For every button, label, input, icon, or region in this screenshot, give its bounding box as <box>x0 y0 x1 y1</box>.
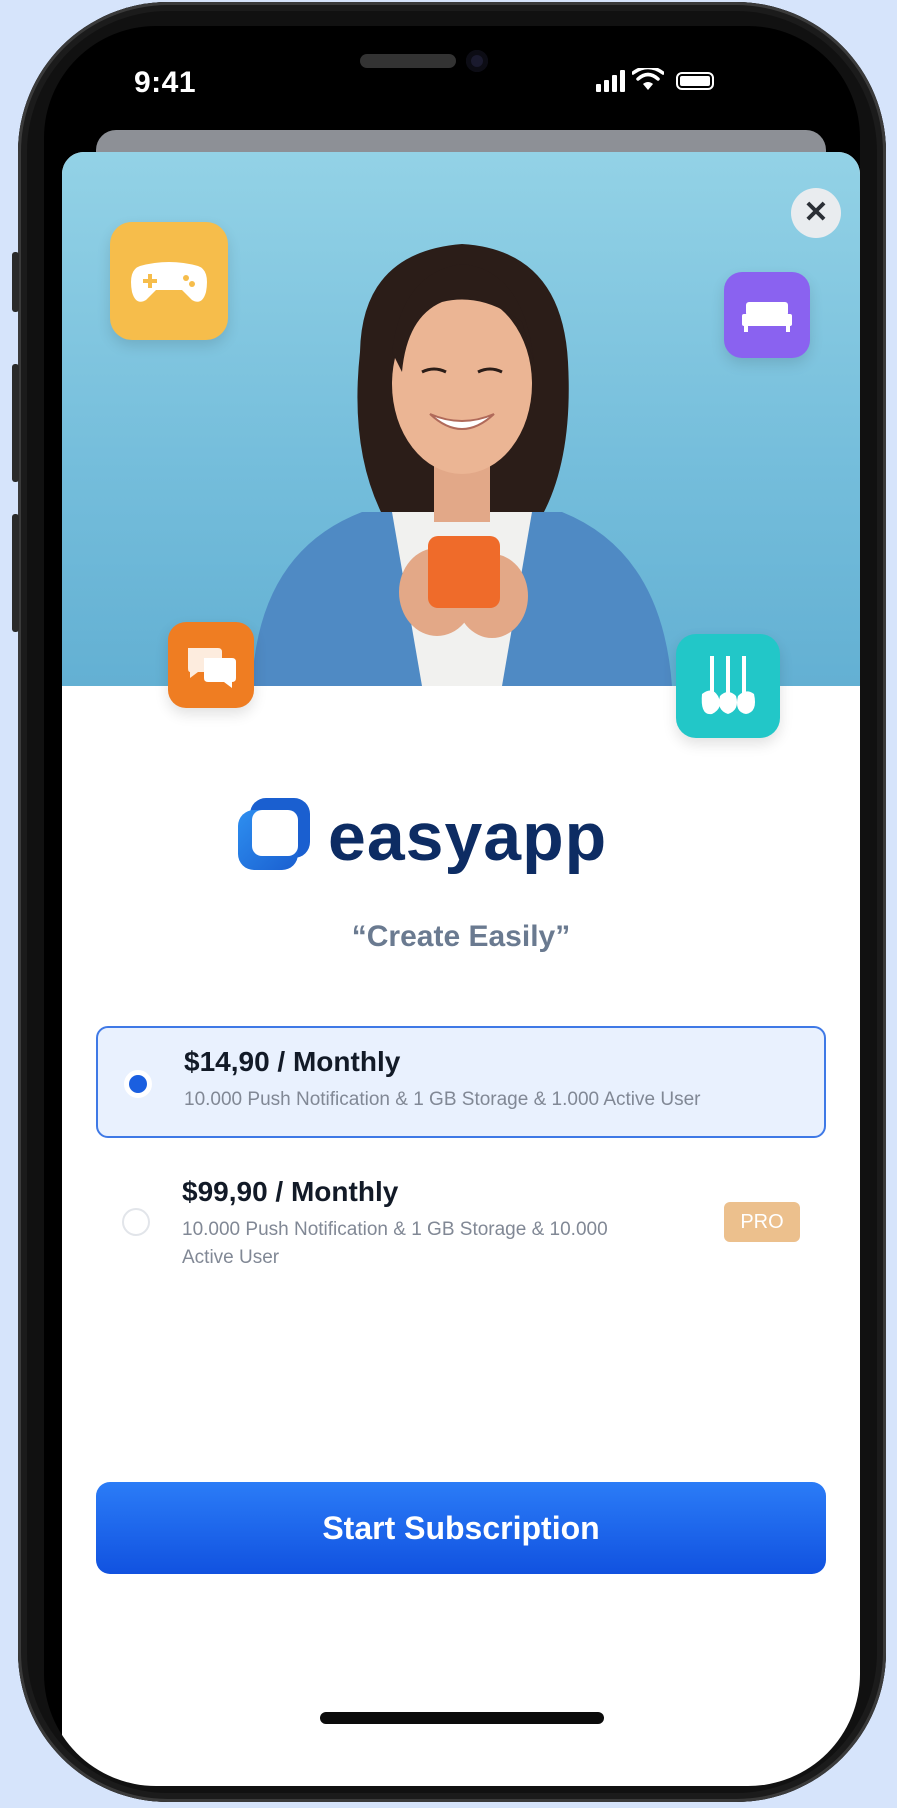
speaker-grille <box>360 54 456 68</box>
plan-description: 10.000 Push Notification & 1 GB Storage … <box>184 1089 701 1110</box>
radio-selected[interactable] <box>124 1070 152 1098</box>
music-app-icon <box>676 634 780 738</box>
start-subscription-button[interactable]: Start Subscription <box>96 1482 826 1574</box>
phone-screen: 9:41 ✕ easyapp “Create Easily” $14,90 / … <box>44 26 860 1786</box>
plan-description: 10.000 Push Notification & 1 GB Storage … <box>182 1219 608 1268</box>
status-time: 9:41 <box>134 66 197 99</box>
gamepad-icon <box>131 262 207 302</box>
music-instruments-icon <box>701 656 755 715</box>
plan-option-monthly[interactable]: $14,90 / Monthly 10.000 Push Notificatio… <box>96 1026 826 1138</box>
battery-icon <box>676 72 714 90</box>
signal-icon <box>596 70 625 92</box>
plan-option-pro[interactable]: $99,90 / Monthly 10.000 Push Notificatio… <box>96 1154 826 1274</box>
home-indicator <box>320 1712 604 1724</box>
volume-down-button <box>12 514 19 632</box>
front-camera <box>466 50 488 72</box>
radio-unselected[interactable] <box>122 1208 150 1236</box>
chat-icon <box>188 648 236 688</box>
hero-image: ✕ <box>62 152 860 708</box>
plan-price: $99,90 / Monthly <box>182 1176 399 1207</box>
wifi-icon <box>632 68 664 90</box>
brand-name: easyapp <box>328 799 608 875</box>
plan-price: $14,90 / Monthly <box>184 1046 401 1077</box>
gamepad-app-icon <box>110 222 228 340</box>
easyapp-logo-icon <box>238 798 310 870</box>
paywall-sheet: ✕ easyapp “Create Easily” $14,90 / Month… <box>62 152 860 1786</box>
volume-up-button <box>12 364 19 482</box>
chat-app-icon <box>168 622 254 708</box>
close-icon: ✕ <box>803 196 829 229</box>
pro-badge: PRO <box>724 1202 800 1242</box>
close-button[interactable]: ✕ <box>791 188 841 238</box>
bed-icon <box>742 302 792 332</box>
mute-switch <box>12 252 19 312</box>
bed-app-icon <box>724 272 810 358</box>
tagline: “Create Easily” <box>351 920 571 953</box>
